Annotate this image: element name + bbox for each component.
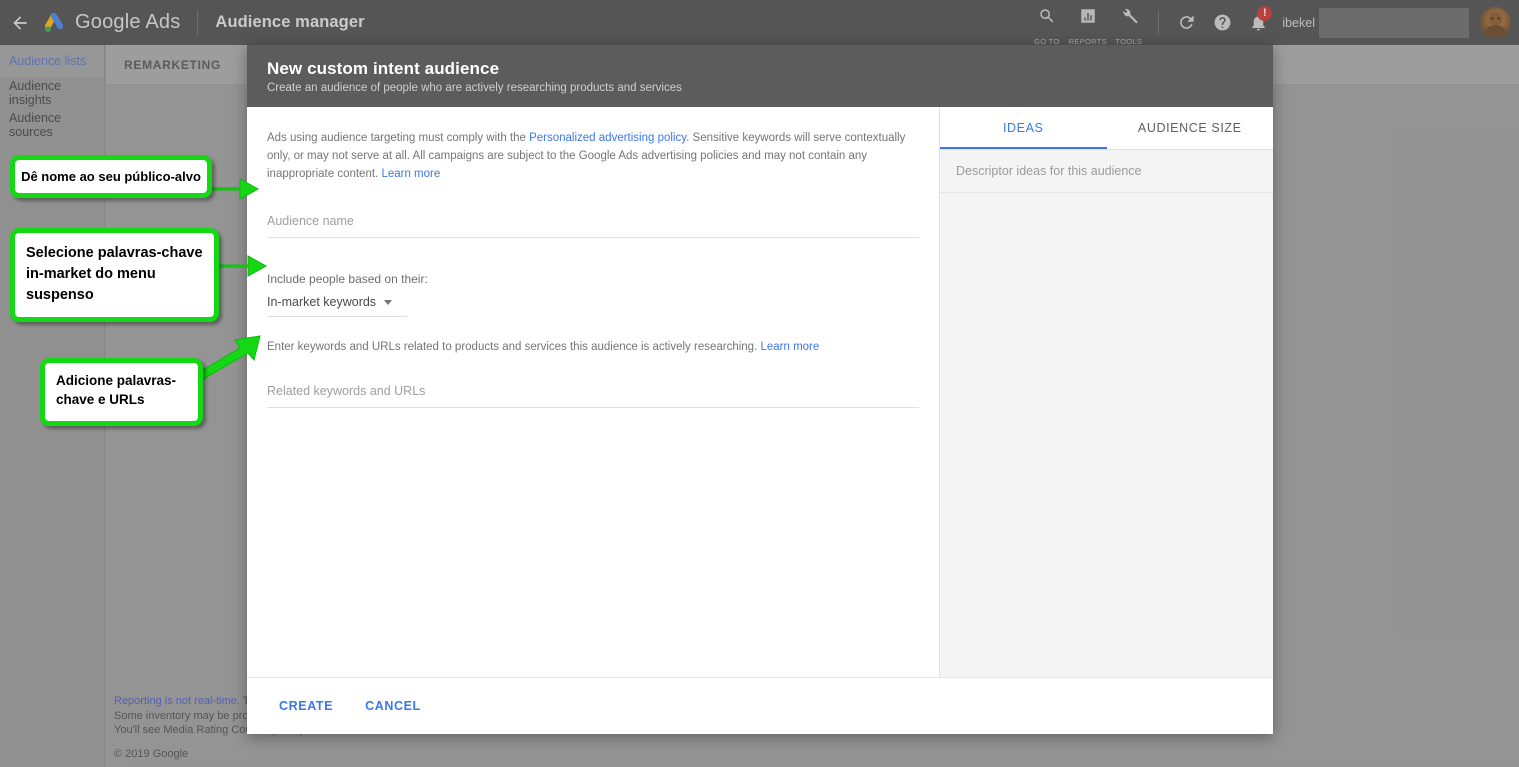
related-keywords-field[interactable]: Related keywords and URLs <box>267 382 919 408</box>
include-people-label: Include people based on their: <box>267 272 428 286</box>
tab-audience-size[interactable]: AUDIENCE SIZE <box>1107 107 1274 149</box>
annotation-callout-1: Dê nome ao seu público-alvo <box>10 155 212 198</box>
related-keywords-placeholder: Related keywords and URLs <box>267 384 426 398</box>
annotation-callout-2: Selecione palavras-chave in-market do me… <box>10 228 219 322</box>
keywords-hint-text: Enter keywords and URLs related to produ… <box>267 341 761 353</box>
app-root: Audience lists Audience insights Audienc… <box>0 0 1519 767</box>
cancel-button[interactable]: CANCEL <box>353 690 433 722</box>
include-type-value: In-market keywords <box>267 295 377 309</box>
annotation-callout-3: Adicione palavras-chave e URLs <box>40 358 203 426</box>
descriptor-ideas-header: Descriptor ideas for this audience <box>940 150 1273 193</box>
audience-name-underline: Audience name <box>267 212 919 238</box>
audience-name-field[interactable]: Audience name <box>267 212 919 238</box>
audience-name-placeholder: Audience name <box>267 214 354 228</box>
keywords-learn-more-link[interactable]: Learn more <box>760 341 819 353</box>
annotation-text: Selecione palavras-chave in-market do me… <box>26 245 203 303</box>
tab-ideas[interactable]: IDEAS <box>940 107 1107 149</box>
tab-audience-size-label: AUDIENCE SIZE <box>1137 121 1242 135</box>
dialog-header: New custom intent audience Create an aud… <box>247 45 1273 107</box>
policy-pre: Ads using audience targeting must comply… <box>267 132 530 144</box>
keywords-hint: Enter keywords and URLs related to produ… <box>267 341 919 353</box>
tab-ideas-label: IDEAS <box>1002 121 1044 135</box>
dialog-footer: CREATE CANCEL <box>247 677 1273 734</box>
related-keywords-underline: Related keywords and URLs <box>267 382 919 408</box>
new-custom-intent-audience-dialog: New custom intent audience Create an aud… <box>247 45 1273 734</box>
dialog-side-pane: IDEAS AUDIENCE SIZE Descriptor ideas for… <box>939 107 1273 677</box>
dialog-title: New custom intent audience <box>267 59 500 78</box>
chevron-down-icon <box>384 299 393 305</box>
dialog-form-pane: Ads using audience targeting must comply… <box>247 107 939 677</box>
create-button[interactable]: CREATE <box>267 690 345 722</box>
personalized-advertising-policy-link[interactable]: Personalized advertising policy <box>529 132 686 144</box>
policy-notice: Ads using audience targeting must comply… <box>267 129 917 183</box>
annotation-text: Dê nome ao seu público-alvo <box>21 168 201 184</box>
dialog-subtitle: Create an audience of people who are act… <box>267 82 682 94</box>
side-pane-tabs: IDEAS AUDIENCE SIZE <box>940 107 1273 150</box>
policy-learn-more-link[interactable]: Learn more <box>381 168 440 180</box>
dialog-body: Ads using audience targeting must comply… <box>247 107 1273 677</box>
include-type-select[interactable]: In-market keywords <box>267 295 407 317</box>
annotation-text: Adicione palavras-chave e URLs <box>56 373 177 407</box>
